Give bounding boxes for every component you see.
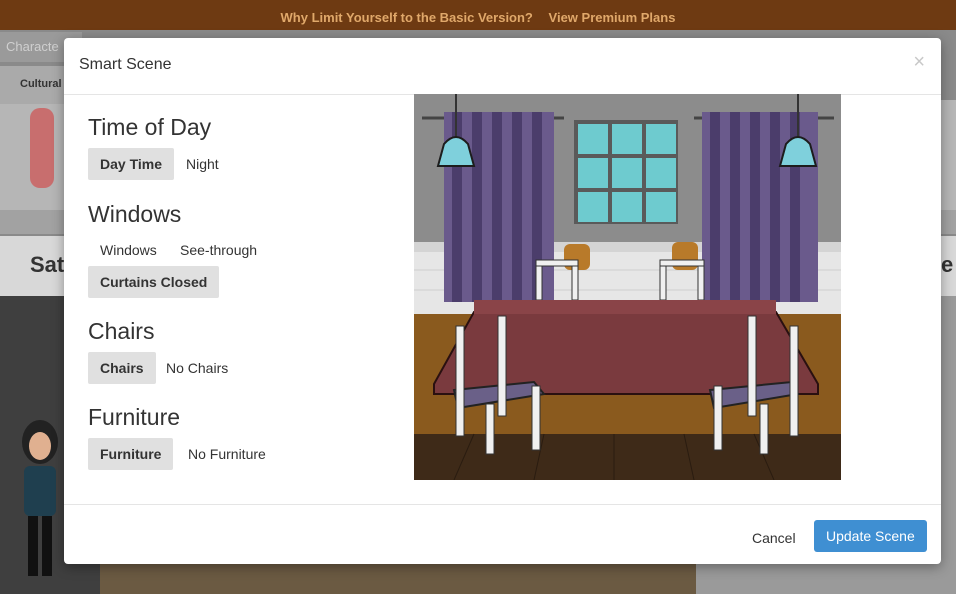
update-scene-button[interactable]: Update Scene — [814, 520, 927, 552]
option-no-chairs[interactable]: No Chairs — [154, 352, 240, 384]
storyboard-cell-title-right: e — [941, 252, 954, 277]
option-day-time[interactable]: Day Time — [88, 148, 174, 180]
option-chairs[interactable]: Chairs — [88, 352, 156, 384]
furniture-title: Furniture — [88, 404, 181, 430]
modal-footer: Cancel Update Scene — [64, 504, 941, 565]
scene-preview — [414, 94, 841, 480]
character-thumbnail[interactable] — [30, 108, 54, 188]
time-of-day-title: Time of Day — [88, 114, 212, 140]
option-night[interactable]: Night — [174, 148, 231, 180]
window-panes — [574, 120, 678, 224]
character-figure[interactable] — [10, 420, 70, 585]
option-windows[interactable]: Windows — [88, 234, 169, 266]
cancel-button[interactable]: Cancel — [740, 522, 808, 554]
premium-plans-link[interactable]: View Premium Plans — [549, 10, 676, 25]
modal-title: Smart Scene — [79, 56, 172, 73]
smart-scene-modal: Smart Scene × Time of Day Day Time Night… — [64, 38, 941, 564]
banner-text: Why Limit Yourself to the Basic Version? — [280, 10, 533, 25]
close-icon[interactable]: × — [913, 51, 925, 74]
cultural-category[interactable]: Cultural — [0, 66, 70, 104]
dining-table — [433, 300, 819, 395]
modal-header: Smart Scene × — [64, 38, 941, 95]
option-furniture[interactable]: Furniture — [88, 438, 174, 470]
option-see-through[interactable]: See-through — [168, 234, 269, 266]
option-curtains-closed[interactable]: Curtains Closed — [88, 266, 220, 298]
windows-title: Windows — [88, 201, 182, 227]
storyboard-cell-title-left: Sat — [30, 252, 65, 277]
option-no-furniture[interactable]: No Furniture — [176, 438, 278, 470]
chairs-title: Chairs — [88, 318, 155, 344]
premium-banner[interactable]: Why Limit Yourself to the Basic Version?… — [0, 0, 956, 30]
